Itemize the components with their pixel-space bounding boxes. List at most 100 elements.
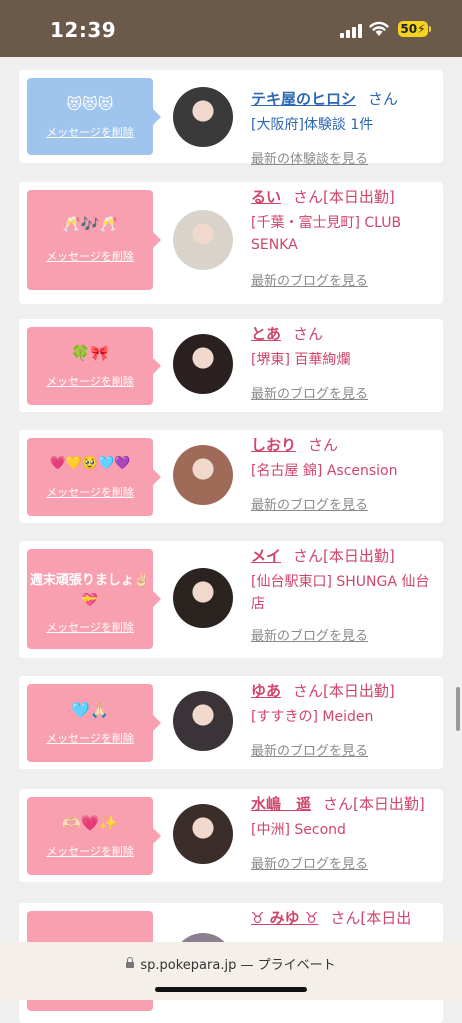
avatar[interactable] <box>173 445 233 505</box>
work-status: [本日出勤] <box>323 547 395 565</box>
latest-post-link[interactable]: 最新のブログを見る <box>251 494 368 513</box>
work-status: [本日出勤] <box>353 795 425 813</box>
message-text: 🩵🙏🏻 <box>71 701 109 719</box>
sender-name-link[interactable]: るい <box>251 188 281 206</box>
latest-post-link[interactable]: 最新のブログを見る <box>251 625 368 644</box>
sender-name-link[interactable]: ♉ みゆ ♉ <box>251 909 318 927</box>
message-bubble: 💗💛🥹🩵💜 メッセージを削除 <box>27 438 161 516</box>
sender-name-line: ♉ みゆ ♉ さん[本日出 <box>251 907 439 929</box>
sender-info: 水嶋 遥さん[本日出勤] [中洲] Second 最新のブログを見る <box>251 789 439 882</box>
sender-name-line: るい さん[本日出勤] <box>251 186 439 208</box>
lock-icon <box>126 957 135 968</box>
delete-message-link[interactable]: メッセージを削除 <box>27 484 153 500</box>
shop-info: [中洲] Second <box>251 822 346 838</box>
sender-info: とあ さん [堺東] 百華絢爛最新のブログを見る <box>251 319 439 412</box>
delete-message-link[interactable]: メッセージを削除 <box>27 373 153 389</box>
honorific: さん <box>293 547 324 565</box>
latest-post-link[interactable]: 最新の体験談を見る <box>251 148 368 167</box>
sender-name-link[interactable]: テキ屋のヒロシ <box>251 90 356 108</box>
latest-post-link[interactable]: 最新のブログを見る <box>251 740 368 759</box>
private-mode-label: プライベート <box>257 958 336 973</box>
delete-message-link[interactable]: メッセージを削除 <box>27 248 153 264</box>
message-bubble: 🫶🏻💗✨ メッセージを削除 <box>27 797 161 875</box>
status-time: 12:39 <box>50 18 117 42</box>
sender-name-link[interactable]: メイ <box>251 547 281 565</box>
shop-info: [仙台駅東口] SHUNGA 仙台店 <box>251 574 430 612</box>
delete-message-link[interactable]: メッセージを削除 <box>27 730 153 746</box>
message-bubble: 🩵🙏🏻 メッセージを削除 <box>27 684 161 762</box>
sender-name-line: 水嶋 遥さん[本日出勤] <box>251 793 439 815</box>
message-card[interactable]: 😻😻😻 メッセージを削除 テキ屋のヒロシ さん [大阪府]体験談 1件 最新の体験談を見る <box>19 70 443 167</box>
honorific: さん <box>330 909 361 927</box>
message-text: 週末頑張りましょ✌🏻💝 <box>29 573 151 608</box>
sender-name-line: しおり さん <box>251 434 439 456</box>
status-bar: 12:39 50⚡ <box>0 0 462 57</box>
message-card[interactable]: 週末頑張りましょ✌🏻💝 メッセージを削除 メイ さん[本日出勤] [仙台駅東口] SHU… <box>19 541 443 658</box>
url-text[interactable]: sp.pokepara.jp — プライベート <box>0 954 462 973</box>
sender-name-link[interactable]: しおり <box>251 436 296 454</box>
message-card[interactable]: 🥂🎶🥂 メッセージを削除 るい さん[本日出勤] [千葉・富士見町] CLUB SENK… <box>19 182 443 304</box>
message-bubble: 週末頑張りましょ✌🏻💝 メッセージを削除 <box>27 549 161 649</box>
delete-message-link[interactable]: メッセージを削除 <box>27 843 153 859</box>
sender-info: ゆあ さん[本日出勤] [すすきの] Meiden 最新のブログを見る <box>251 676 439 769</box>
sender-name-line: テキ屋のヒロシ さん <box>251 88 439 110</box>
sender-info: テキ屋のヒロシ さん [大阪府]体験談 1件 最新の体験談を見る <box>251 70 439 167</box>
work-status: [本日出勤] <box>323 682 395 700</box>
url-separator: — <box>236 958 258 973</box>
shop-info: [堺東] 百華絢爛 <box>251 352 351 368</box>
avatar[interactable] <box>173 87 233 147</box>
delete-message-link[interactable]: メッセージを削除 <box>27 619 153 635</box>
sender-info: しおり さん [名古屋 錦] Ascension 最新のブログを見る <box>251 430 439 523</box>
honorific: さん <box>293 325 324 343</box>
honorific: さん <box>308 436 339 454</box>
sender-info: メイ さん[本日出勤] [仙台駅東口] SHUNGA 仙台店最新のブログを見る <box>251 541 439 658</box>
message-text: 💗💛🥹🩵💜 <box>49 456 131 471</box>
scrollbar-thumb[interactable] <box>456 687 460 731</box>
message-text: 🫶🏻💗✨ <box>61 814 119 832</box>
wifi-icon <box>369 21 389 36</box>
avatar[interactable] <box>173 210 233 270</box>
avatar[interactable] <box>173 804 233 864</box>
shop-info: [大阪府]体験談 1件 <box>251 117 374 133</box>
message-card[interactable]: 🫶🏻💗✨ メッセージを削除 水嶋 遥さん[本日出勤] [中洲] Second 最新のブロ… <box>19 789 443 882</box>
sender-name-line: とあ さん <box>251 323 439 345</box>
message-bubble: 🍀🎀 メッセージを削除 <box>27 327 161 405</box>
message-text: 🥂🎶🥂 <box>61 215 119 233</box>
latest-post-link[interactable]: 最新のブログを見る <box>251 853 368 872</box>
battery-icon: 50⚡ <box>398 21 428 37</box>
avatar[interactable] <box>173 334 233 394</box>
home-indicator <box>155 987 307 992</box>
avatar[interactable] <box>173 568 233 628</box>
honorific: さん <box>293 188 324 206</box>
sender-info: るい さん[本日出勤] [千葉・富士見町] CLUB SENKA 最新のブログを見る <box>251 182 439 304</box>
latest-post-link[interactable]: 最新のブログを見る <box>251 383 368 402</box>
sender-name-line: ゆあ さん[本日出勤] <box>251 680 439 702</box>
work-status: [本日出 <box>360 909 412 927</box>
honorific: さん <box>368 90 399 108</box>
latest-post-link[interactable]: 最新のブログを見る <box>251 270 368 289</box>
avatar[interactable] <box>173 691 233 751</box>
message-bubble: 😻😻😻 メッセージを削除 <box>27 78 161 155</box>
honorific: さん <box>293 682 324 700</box>
message-text: 😻😻😻 <box>66 95 114 113</box>
sender-name-link[interactable]: ゆあ <box>251 682 281 700</box>
sender-name-line: メイ さん[本日出勤] <box>251 545 439 567</box>
shop-info: [千葉・富士見町] CLUB SENKA <box>251 215 402 253</box>
delete-message-link[interactable]: メッセージを削除 <box>27 124 153 140</box>
shop-info: [すすきの] Meiden <box>251 709 374 725</box>
sender-name-link[interactable]: とあ <box>251 325 281 343</box>
message-card[interactable]: 🩵🙏🏻 メッセージを削除 ゆあ さん[本日出勤] [すすきの] Meiden 最新のブログ… <box>19 676 443 769</box>
url-domain: sp.pokepara.jp <box>140 958 237 973</box>
message-card[interactable]: 🍀🎀 メッセージを削除 とあ さん [堺東] 百華絢爛最新のブログを見る <box>19 319 443 412</box>
message-text: 🍀🎀 <box>71 344 109 362</box>
sender-name-link[interactable]: 水嶋 遥 <box>251 795 311 813</box>
message-card[interactable]: 💗💛🥹🩵💜 メッセージを削除 しおり さん [名古屋 錦] Ascension 最新のブロ… <box>19 430 443 523</box>
browser-url-bar[interactable]: sp.pokepara.jp — プライベート <box>0 942 462 1000</box>
work-status: [本日出勤] <box>323 188 395 206</box>
honorific: さん <box>323 795 354 813</box>
message-bubble: 🥂🎶🥂 メッセージを削除 <box>27 190 161 290</box>
shop-info: [名古屋 錦] Ascension <box>251 463 398 479</box>
battery-level: 50 <box>400 22 418 36</box>
cellular-signal-icon <box>340 22 364 38</box>
battery-tip <box>429 26 431 32</box>
